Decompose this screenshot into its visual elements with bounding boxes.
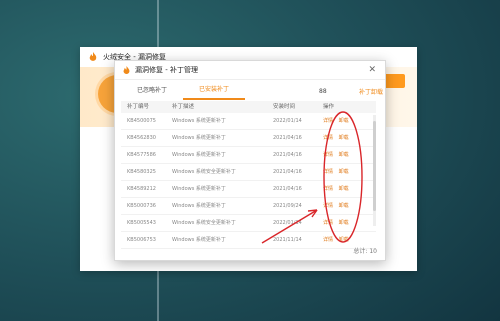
table-scrollbar[interactable] (373, 115, 376, 226)
huorong-logo-icon (89, 52, 97, 61)
patch-description: Windows 系统更新补丁 (172, 203, 226, 209)
install-date: 2021/11/14 (273, 237, 302, 243)
uninstall-link[interactable]: 卸载 (339, 169, 349, 175)
table-row: KB4500075 Windows 系统更新补丁 2022/01/14 详情 卸… (121, 113, 376, 130)
table-row: KB5005543 Windows 系统安全更新补丁 2022/01/14 详情… (121, 215, 376, 232)
row-actions: 详情 卸载 (323, 147, 376, 163)
details-link[interactable]: 详情 (323, 186, 333, 192)
total-count: 总计: 10 (353, 248, 377, 255)
row-actions: 详情 卸载 (323, 215, 376, 231)
install-date: 2022/01/14 (273, 118, 302, 124)
install-date: 2021/04/16 (273, 169, 302, 175)
details-link[interactable]: 详情 (323, 203, 333, 209)
row-actions: 详情 卸载 (323, 198, 376, 214)
table-row: KB5000736 Windows 系统更新补丁 2021/09/24 详情 卸… (121, 198, 376, 215)
patch-id: KB4500075 (127, 118, 156, 124)
col-patch-id: 补丁编号 (127, 104, 150, 110)
uninstall-link[interactable]: 卸载 (339, 118, 349, 124)
patch-id: KB4577586 (127, 152, 156, 158)
dialog-title: 漏洞修复 - 补丁管理 (135, 66, 198, 74)
tab-installed-patches[interactable]: 已安装补丁 (183, 82, 246, 100)
table-row: KB4589212 Windows 系统更新补丁 2021/04/16 详情 卸… (121, 181, 376, 198)
patch-id: KB5005543 (127, 220, 156, 226)
patch-id: KB5006753 (127, 237, 156, 243)
row-actions: 详情 卸载 (323, 130, 376, 146)
col-description: 补丁描述 (172, 104, 195, 110)
patch-description: Windows 系统更新补丁 (172, 186, 226, 192)
patch-description: Windows 系统更新补丁 (172, 118, 226, 124)
patch-description: Windows 系统安全更新补丁 (172, 220, 236, 226)
dialog-tabs: 已忽略补丁 已安装补丁 88 补丁卸载 (121, 82, 383, 100)
uninstall-link[interactable]: 卸载 (339, 220, 349, 226)
uninstall-link[interactable]: 卸载 (339, 135, 349, 141)
install-date: 2021/04/16 (273, 186, 302, 192)
tab-count: 88 (319, 87, 327, 95)
patch-description: Windows 系统更新补丁 (172, 237, 226, 243)
patch-id: KB5000736 (127, 203, 156, 209)
patch-description: Windows 系统更新补丁 (172, 152, 226, 158)
close-icon[interactable]: ✕ (368, 65, 376, 75)
install-date: 2022/01/14 (273, 220, 302, 226)
uninstall-link[interactable]: 卸载 (339, 237, 349, 243)
install-date: 2021/09/24 (273, 203, 302, 209)
details-link[interactable]: 详情 (323, 237, 333, 243)
row-actions: 详情 卸载 (323, 181, 376, 197)
details-link[interactable]: 详情 (323, 118, 333, 124)
row-actions: 详情 卸载 (323, 113, 376, 129)
install-date: 2021/04/16 (273, 135, 302, 141)
scrollbar-thumb[interactable] (373, 121, 376, 211)
uninstall-link[interactable]: 卸载 (339, 152, 349, 158)
details-link[interactable]: 详情 (323, 135, 333, 141)
tab-ignored-patches[interactable]: 已忽略补丁 (121, 83, 183, 99)
patch-id: KB4580325 (127, 169, 156, 175)
patch-table: 补丁编号 补丁描述 安装时间 操作 KB4500075 Windows 系统更新… (121, 101, 376, 249)
dialog-titlebar: 漏洞修复 - 补丁管理 ✕ (115, 61, 385, 80)
uninstall-patch-link[interactable]: 补丁卸载 (359, 87, 383, 96)
huorong-logo-icon (123, 65, 130, 74)
install-date: 2021/04/16 (273, 152, 302, 158)
table-row: KB4580325 Windows 系统安全更新补丁 2021/04/16 详情… (121, 164, 376, 181)
col-actions: 操作 (323, 104, 335, 110)
table-row: KB5006753 Windows 系统更新补丁 2021/11/14 详情 卸… (121, 232, 376, 249)
patch-description: Windows 系统更新补丁 (172, 135, 226, 141)
patch-management-dialog: 漏洞修复 - 补丁管理 ✕ 已忽略补丁 已安装补丁 88 补丁卸载 补丁编号 补… (114, 60, 386, 261)
table-row: KB4577586 Windows 系统更新补丁 2021/04/16 详情 卸… (121, 147, 376, 164)
table-row: KB4562830 Windows 系统更新补丁 2021/04/16 详情 卸… (121, 130, 376, 147)
details-link[interactable]: 详情 (323, 169, 333, 175)
row-actions: 详情 卸载 (323, 164, 376, 180)
details-link[interactable]: 详情 (323, 152, 333, 158)
patch-id: KB4589212 (127, 186, 156, 192)
table-header: 补丁编号 补丁描述 安装时间 操作 (121, 101, 376, 113)
patch-description: Windows 系统安全更新补丁 (172, 169, 236, 175)
patch-id: KB4562830 (127, 135, 156, 141)
details-link[interactable]: 详情 (323, 220, 333, 226)
uninstall-link[interactable]: 卸载 (339, 186, 349, 192)
uninstall-link[interactable]: 卸载 (339, 203, 349, 209)
col-install-time: 安装时间 (273, 104, 296, 110)
